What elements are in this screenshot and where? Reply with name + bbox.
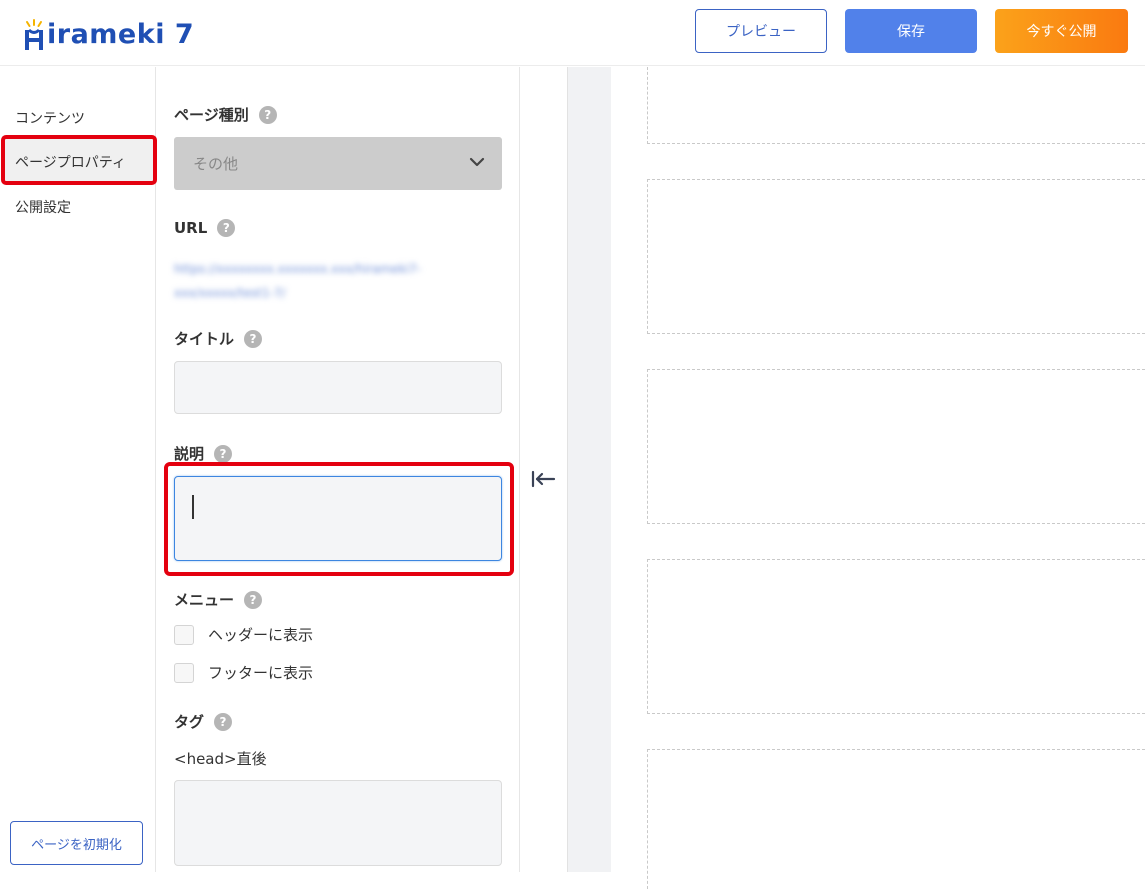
left-sidebar: コンテンツ ページプロパティ 公開設定 ページを初期化 (0, 67, 157, 872)
url-label-text: URL (174, 219, 208, 237)
page-type-label: ページ種別 ? (174, 104, 277, 125)
logo-text: irameki 7 (47, 19, 195, 50)
menu-label: メニュー ? (174, 589, 263, 610)
page-preview-area (568, 67, 1145, 889)
collapse-left-arrow-icon[interactable] (531, 469, 557, 489)
show-in-header-label: ヘッダーに表示 (208, 626, 314, 644)
question-circle-icon[interactable]: ? (258, 105, 277, 124)
menu-label-text: メニュー (174, 591, 235, 609)
tag-label: タグ ? (174, 711, 233, 732)
page-type-label-text: ページ種別 (174, 106, 249, 124)
question-circle-icon[interactable]: ? (214, 712, 233, 731)
page-type-select[interactable]: その他 (174, 137, 502, 190)
annotation-highlight-box (1, 135, 157, 185)
chevron-down-icon (469, 157, 485, 167)
description-label: 説明 ? (174, 443, 233, 464)
title-input[interactable] (174, 361, 502, 414)
question-circle-icon[interactable]: ? (244, 590, 263, 609)
head-tag-textarea[interactable] (174, 780, 502, 866)
hirameki-logo[interactable]: irameki 7 (22, 12, 194, 52)
preview-block[interactable] (647, 67, 1145, 144)
url-label: URL ? (174, 219, 236, 237)
question-circle-icon[interactable]: ? (244, 329, 263, 348)
preview-block[interactable] (647, 179, 1145, 334)
show-in-footer-option[interactable]: フッターに表示 (174, 662, 313, 683)
preview-block[interactable] (647, 749, 1145, 889)
preview-block[interactable] (647, 559, 1145, 714)
show-in-footer-checkbox[interactable] (174, 662, 194, 683)
question-circle-icon[interactable]: ? (217, 219, 236, 237)
publish-now-button[interactable]: 今すぐ公開 (995, 9, 1128, 53)
h-crown-logo-icon (22, 18, 46, 52)
top-header: irameki 7 プレビュー 保存 今すぐ公開 (0, 0, 1145, 66)
question-circle-icon[interactable]: ? (214, 444, 233, 463)
save-button[interactable]: 保存 (845, 9, 977, 53)
panel-collapse-column (520, 67, 568, 872)
preview-canvas (611, 67, 1145, 889)
page-url-link[interactable]: https://xxxxxxxx.xxxxxxx.xxx/hirameki7-x… (174, 257, 504, 305)
description-label-text: 説明 (174, 445, 205, 463)
head-tag-sublabel: <head>直後 (174, 750, 267, 768)
annotation-highlight-box (164, 462, 514, 576)
reset-page-button[interactable]: ページを初期化 (10, 821, 143, 865)
page-properties-panel: ページ種別 ? その他 URL ? https://xxxxxxxx.xxxxx… (157, 67, 520, 872)
title-label: タイトル ? (174, 328, 263, 349)
page-type-value: その他 (193, 155, 239, 173)
tag-label-text: タグ (174, 713, 205, 731)
title-label-text: タイトル (174, 330, 235, 348)
show-in-header-checkbox[interactable] (174, 624, 194, 645)
sidebar-item-publish-settings[interactable]: 公開設定 (15, 197, 71, 217)
preview-button[interactable]: プレビュー (695, 9, 827, 53)
show-in-footer-label: フッターに表示 (208, 664, 314, 682)
preview-block[interactable] (647, 369, 1145, 524)
sidebar-item-contents[interactable]: コンテンツ (15, 108, 85, 128)
show-in-header-option[interactable]: ヘッダーに表示 (174, 624, 313, 645)
